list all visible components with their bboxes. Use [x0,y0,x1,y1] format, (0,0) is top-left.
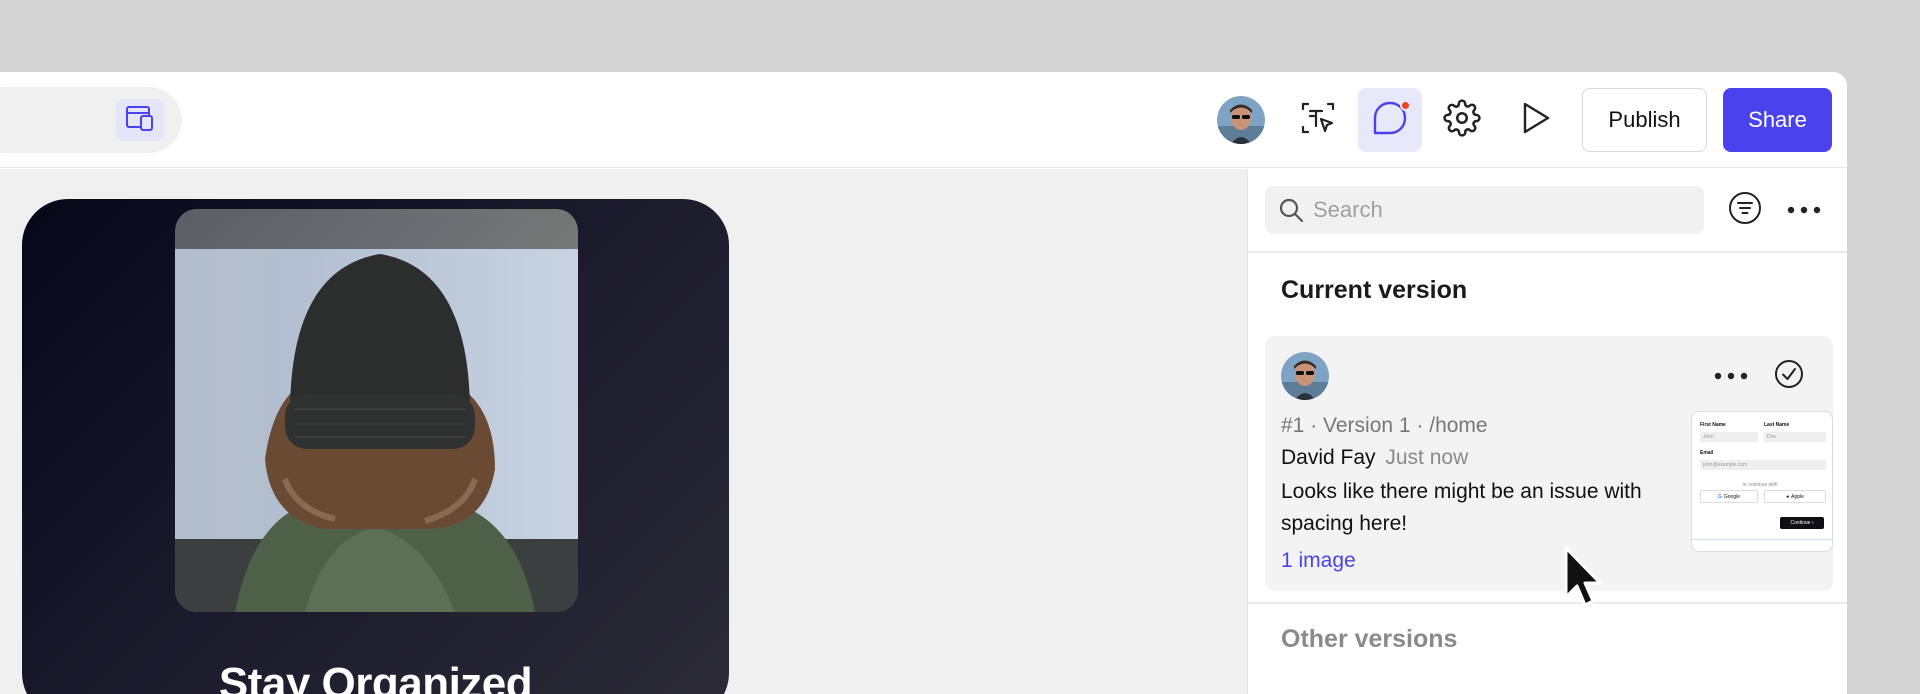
comments-button[interactable] [1358,88,1422,152]
thumb-last-name-label: Last Name [1764,422,1790,428]
divider [1248,602,1847,604]
panel-more-button[interactable] [1784,191,1824,229]
notification-dot [1400,100,1411,111]
screen-title: Stay Organized [218,659,533,694]
publish-button[interactable]: Publish [1582,88,1707,152]
thumb-last-name-value: Doe [1764,432,1826,442]
settings-icon [1443,98,1481,142]
thumb-divider [1692,539,1832,540]
inspect-icon [1300,100,1336,141]
more-horizontal-icon [1714,367,1748,385]
device-preview-icon [125,104,155,137]
thumb-first-name-label: First Name [1700,422,1726,428]
author-avatar [1281,352,1329,400]
thumb-continue-button: Continue › [1780,517,1824,529]
check-circle-icon [1774,359,1804,394]
versions-panel: Current version [1247,169,1847,694]
filter-button[interactable] [1726,191,1764,229]
top-toolbar: Publish Share [0,72,1847,168]
thumb-email-value: john@example.com [1700,460,1826,470]
version-more-button[interactable] [1711,358,1751,394]
search-icon [1277,196,1305,224]
phone-frame[interactable]: Stay Organized [22,199,729,694]
divider [1248,251,1847,253]
author-line: David Fay Just now [1281,446,1468,470]
version-meta: #1 · Version 1 · /home [1281,414,1488,437]
device-preview-button[interactable] [116,99,164,141]
thumb-google-button: G Google [1700,490,1758,503]
more-horizontal-icon [1787,201,1821,219]
hero-image [175,209,578,612]
inspect-button[interactable] [1286,88,1350,152]
filter-icon [1728,191,1762,230]
thumb-apple-button: ● Apple [1764,490,1826,503]
version-thumbnail[interactable]: First Name Last Name John Doe Email john… [1691,411,1833,552]
preview-play-button[interactable] [1503,88,1567,152]
mouse-cursor-icon [1563,545,1607,615]
share-button[interactable]: Share [1723,88,1832,152]
version-card[interactable]: #1 · Version 1 · /home David Fay Just no… [1265,336,1833,591]
design-canvas[interactable]: Stay Organized [0,169,1247,694]
search-input[interactable] [1313,197,1693,223]
settings-button[interactable] [1430,88,1494,152]
timestamp: Just now [1385,446,1469,469]
user-avatar[interactable] [1217,96,1265,144]
comment-text: Looks like there might be an issue with … [1281,480,1642,535]
attachment-link[interactable]: 1 image [1281,549,1356,573]
resolve-button[interactable] [1773,359,1805,394]
search-bar[interactable] [1265,186,1704,234]
thumb-or-continue: or continue with [1742,482,1778,488]
thumb-email-label: Email [1700,450,1714,456]
author-name: David Fay [1281,446,1376,469]
thumb-first-name-value: John [1700,432,1758,442]
play-icon [1517,100,1553,141]
other-versions-heading: Other versions [1281,625,1458,653]
current-version-heading: Current version [1281,276,1468,304]
